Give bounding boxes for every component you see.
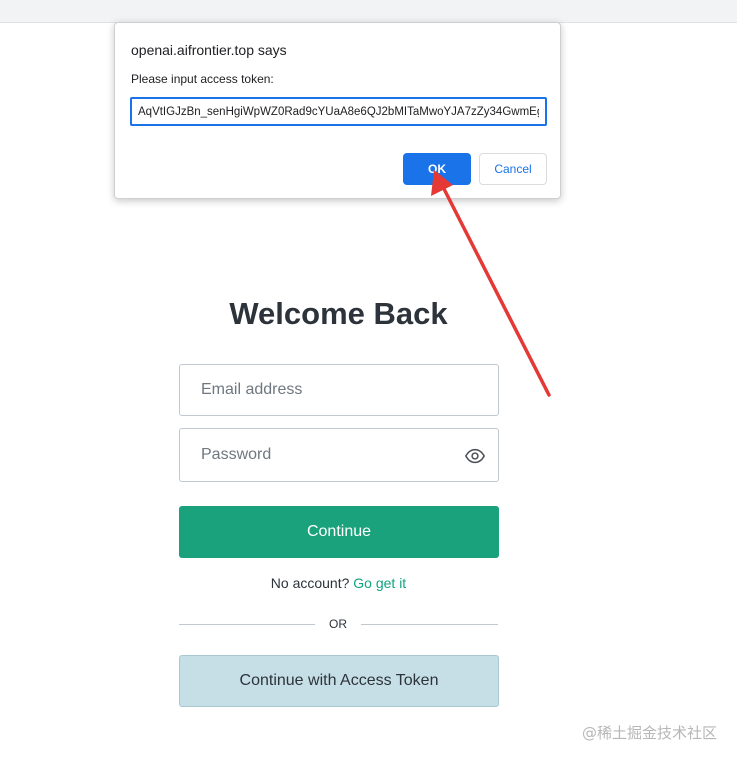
divider-right bbox=[361, 624, 498, 625]
email-placeholder: Email address bbox=[201, 381, 303, 398]
cancel-button[interactable]: Cancel bbox=[479, 153, 547, 185]
password-field[interactable]: Password bbox=[179, 428, 499, 482]
watermark: @稀土掘金技术社区 bbox=[581, 724, 717, 742]
page-title: Welcome Back bbox=[229, 296, 448, 331]
or-separator: OR bbox=[329, 617, 347, 631]
access-token-input[interactable] bbox=[130, 97, 547, 126]
prompt-dialog: openai.aifrontier.top says Please input … bbox=[114, 22, 561, 199]
signup-link[interactable]: Go get it bbox=[353, 575, 406, 591]
browser-top-bar bbox=[0, 0, 737, 23]
access-token-button[interactable]: Continue with Access Token bbox=[179, 655, 499, 707]
dialog-title: openai.aifrontier.top says bbox=[131, 42, 287, 58]
divider-left bbox=[179, 624, 315, 625]
email-field[interactable]: Email address bbox=[179, 364, 499, 416]
password-placeholder: Password bbox=[201, 446, 272, 463]
eye-icon[interactable] bbox=[464, 445, 486, 467]
ok-button[interactable]: OK bbox=[403, 153, 471, 185]
signup-prompt: No account? Go get it bbox=[0, 575, 677, 591]
continue-button[interactable]: Continue bbox=[179, 506, 499, 558]
no-account-text: No account? bbox=[270, 575, 350, 591]
dialog-message: Please input access token: bbox=[131, 72, 274, 86]
